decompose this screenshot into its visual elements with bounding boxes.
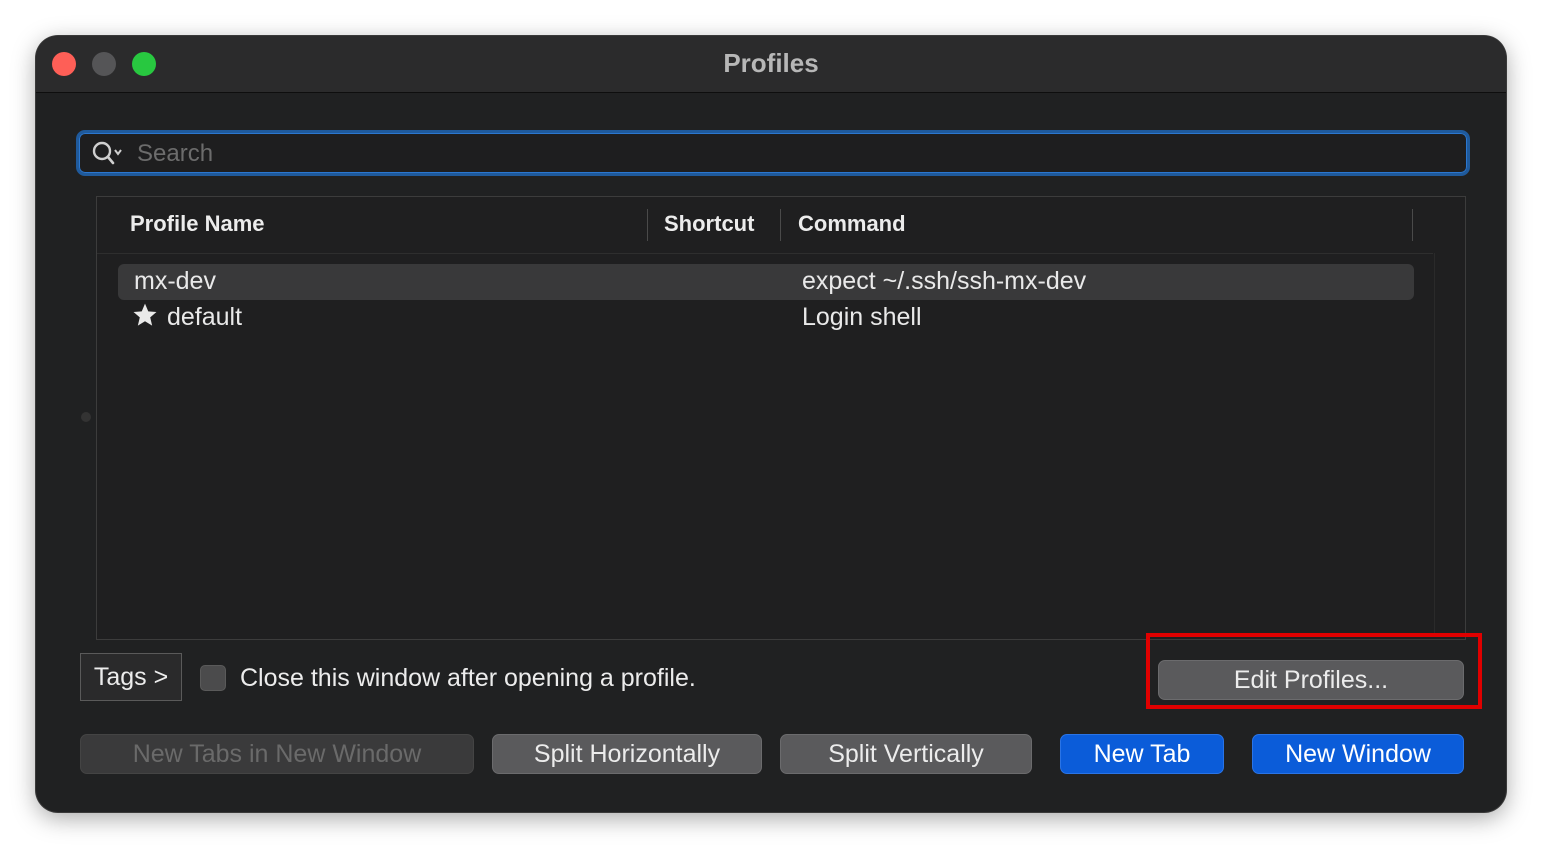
new-tabs-in-new-window-button[interactable]: New Tabs in New Window — [80, 734, 474, 774]
column-header-command[interactable]: Command — [798, 211, 906, 237]
split-horizontally-button[interactable]: Split Horizontally — [492, 734, 762, 774]
table-row[interactable]: default Login shell — [118, 300, 1414, 336]
column-separator[interactable] — [647, 209, 648, 241]
annotation-highlight-box — [1146, 633, 1482, 709]
table-header: Profile Name Shortcut Command — [97, 197, 1433, 254]
profiles-table: Profile Name Shortcut Command mx-dev exp… — [96, 196, 1466, 640]
close-after-open-label[interactable]: Close this window after opening a profil… — [240, 664, 696, 693]
new-window-button[interactable]: New Window — [1252, 734, 1464, 774]
column-header-profile-name[interactable]: Profile Name — [130, 211, 265, 237]
side-indicator-dot — [81, 412, 91, 422]
table-row[interactable]: mx-dev expect ~/.ssh/ssh-mx-dev — [118, 264, 1414, 300]
title-bar: Profiles — [36, 36, 1506, 93]
star-icon — [132, 302, 158, 328]
column-separator[interactable] — [1412, 209, 1413, 241]
column-separator[interactable] — [780, 209, 781, 241]
search-field[interactable] — [76, 130, 1470, 176]
tags-button[interactable]: Tags > — [80, 653, 182, 701]
column-header-shortcut[interactable]: Shortcut — [664, 211, 754, 237]
command-cell: expect ~/.ssh/ssh-mx-dev — [802, 267, 1087, 295]
table-scroll-track[interactable] — [1434, 253, 1435, 637]
new-tab-button[interactable]: New Tab — [1060, 734, 1224, 774]
search-icon[interactable] — [91, 140, 125, 166]
profile-name-cell: mx-dev — [134, 267, 216, 295]
search-input[interactable] — [135, 137, 1439, 171]
command-cell: Login shell — [802, 303, 922, 331]
split-vertically-button[interactable]: Split Vertically — [780, 734, 1032, 774]
profiles-window: Profiles Profile Name Shortcut Command m… — [36, 36, 1506, 812]
profile-name-cell: default — [167, 303, 243, 331]
window-title: Profiles — [723, 48, 819, 78]
close-after-open-checkbox[interactable] — [200, 665, 226, 691]
